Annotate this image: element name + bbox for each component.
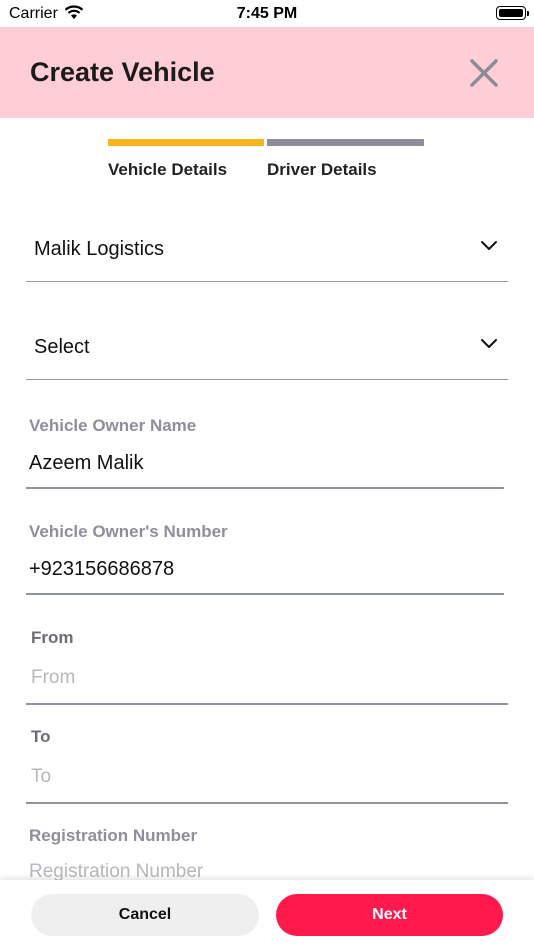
owner-name-field[interactable]: Vehicle Owner Name Azeem Malik	[26, 416, 504, 490]
step-indicator-vehicle	[108, 139, 264, 146]
registration-label: Registration Number	[29, 826, 198, 845]
from-label: From	[31, 628, 74, 647]
from-underline	[26, 703, 508, 705]
from-field[interactable]: From From	[26, 628, 508, 706]
next-button[interactable]: Next	[276, 894, 503, 936]
to-underline	[26, 802, 508, 804]
owner-number-underline	[26, 593, 504, 595]
action-bar: Cancel Next	[0, 880, 534, 950]
page-title: Create Vehicle	[30, 57, 215, 87]
chevron-down-icon	[481, 241, 497, 250]
to-field[interactable]: To To	[26, 727, 508, 805]
vehicle-type-dropdown[interactable]: Select	[26, 312, 508, 380]
owner-name-underline	[26, 487, 504, 489]
owner-number-field[interactable]: Vehicle Owner's Number +923156686878	[26, 522, 504, 596]
vehicle-type-dropdown-value: Select	[34, 336, 90, 358]
close-button[interactable]	[468, 57, 500, 89]
company-dropdown[interactable]: Malik Logistics	[26, 214, 508, 282]
chevron-down-icon	[481, 339, 497, 348]
close-icon	[470, 59, 498, 87]
battery-icon	[496, 6, 529, 20]
to-label: To	[31, 727, 51, 746]
step-indicator-driver	[267, 139, 424, 146]
from-input[interactable]: From	[31, 667, 75, 689]
cancel-button[interactable]: Cancel	[31, 894, 259, 936]
status-bar: Carrier 7:45 PM	[0, 0, 534, 28]
owner-number-label: Vehicle Owner's Number	[29, 522, 228, 541]
tab-driver-details[interactable]: Driver Details	[267, 160, 377, 180]
company-dropdown-value: Malik Logistics	[34, 238, 165, 260]
clock: 7:45 PM	[236, 5, 298, 22]
registration-field[interactable]: Registration Number Registration Number	[26, 826, 504, 882]
to-input[interactable]: To	[31, 766, 51, 788]
owner-name-input[interactable]: Azeem Malik	[29, 452, 143, 475]
header: Create Vehicle	[0, 27, 534, 118]
tab-vehicle-details[interactable]: Vehicle Details	[108, 160, 227, 180]
owner-name-label: Vehicle Owner Name	[29, 416, 197, 435]
owner-number-input[interactable]: +923156686878	[29, 558, 174, 581]
